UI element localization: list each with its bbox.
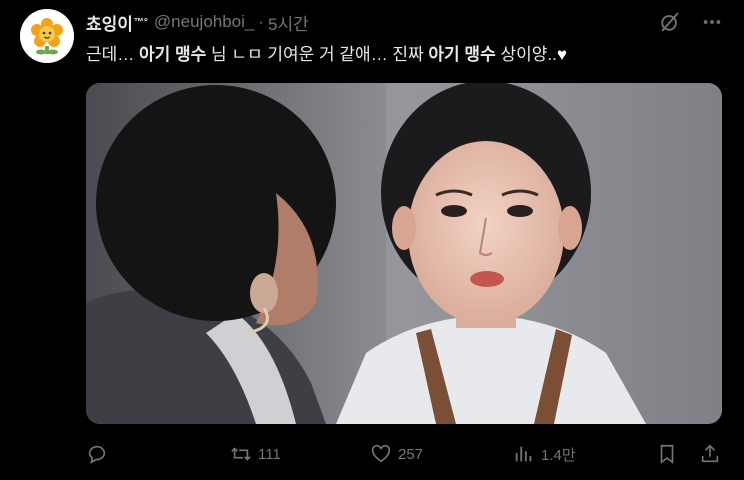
timestamp[interactable]: 5시간 <box>268 10 309 35</box>
top-actions <box>658 10 724 34</box>
reply-icon <box>88 445 106 464</box>
tweet-text-part: 님 ㄴㅁ 기여운 거 같애… 진짜 <box>206 45 429 64</box>
heart-emoji: ♥ <box>556 45 567 64</box>
avatar[interactable] <box>20 9 74 63</box>
retweet-count: 111 <box>258 445 281 463</box>
views-button[interactable]: 1.4만 <box>513 440 576 468</box>
view-count: 1.4만 <box>541 446 576 464</box>
bookmark-button[interactable] <box>656 440 678 468</box>
display-name[interactable]: 쵸잉이 <box>86 10 133 35</box>
tweet-text-bold: 아기 맹수 <box>139 45 207 64</box>
share-icon <box>701 444 719 463</box>
tweet-media[interactable] <box>86 83 722 424</box>
retweet-button[interactable]: 111 <box>230 440 281 468</box>
avatar-image <box>20 9 74 63</box>
action-bar: 111 257 1.4만 <box>86 440 722 468</box>
reply-button[interactable] <box>86 440 114 468</box>
grok-icon[interactable] <box>658 10 682 34</box>
media-photo <box>86 83 722 424</box>
tweet[interactable]: 쵸잉이 ™° @neujohboi_ · 5시간 근데… 아기 맹수 님 ㄴㅁ … <box>0 0 744 480</box>
separator-dot: · <box>258 12 265 31</box>
tweet-text-part: 상이양.. <box>495 45 557 64</box>
tweet-text-bold: 아기 맹수 <box>428 45 496 64</box>
tweet-text-part: 근데… <box>86 45 140 64</box>
like-count: 257 <box>398 445 424 463</box>
share-button[interactable] <box>699 440 721 468</box>
more-icon[interactable] <box>700 10 724 34</box>
views-icon <box>515 446 532 462</box>
heart-icon <box>371 444 391 463</box>
tweet-text: 근데… 아기 맹수 님 ㄴㅁ 기여운 거 같애… 진짜 아기 맹수 상이양..♥ <box>86 43 726 67</box>
handle[interactable]: @neujohboi_ <box>154 12 254 32</box>
bookmark-icon <box>660 444 674 464</box>
tweet-header: 쵸잉이 ™° @neujohboi_ · 5시간 <box>86 10 309 34</box>
like-button[interactable]: 257 <box>370 440 423 468</box>
name-badge: ™° <box>133 16 148 28</box>
retweet-icon <box>231 447 251 461</box>
